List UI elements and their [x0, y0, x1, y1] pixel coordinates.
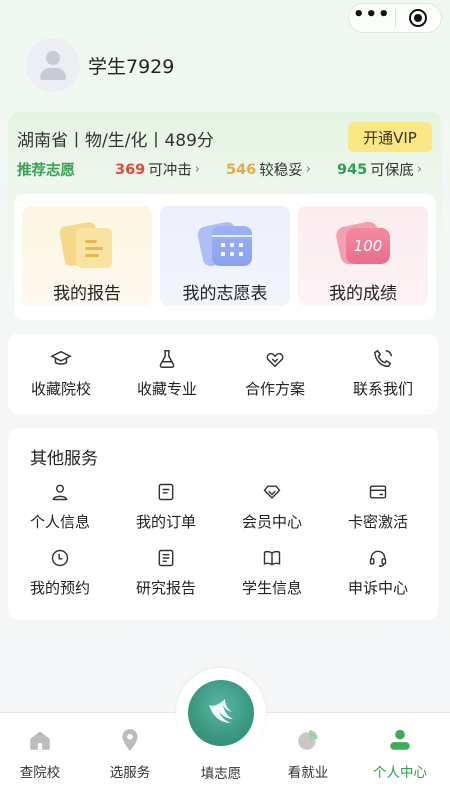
tile-label: 我的成绩: [329, 284, 397, 304]
tier-label: 可保底: [370, 163, 414, 179]
flask-icon: [159, 350, 175, 368]
score-card: 湖南省丨物/生/化丨489分 开通VIP 推荐志愿 369 可冲击 › 546 …: [8, 112, 442, 327]
book-icon: [263, 550, 281, 566]
avatar[interactable]: [26, 38, 80, 92]
service-label: 会员中心: [241, 513, 302, 531]
member-center-button[interactable]: 会员中心: [224, 482, 320, 532]
service-label: 申诉中心: [347, 579, 408, 597]
recommend-label: 推荐志愿: [17, 163, 75, 179]
tile-label: 我的志愿表: [182, 284, 268, 304]
pie-chart-icon: [298, 730, 318, 750]
target-icon: [409, 9, 428, 27]
more-dots-icon: •••: [352, 4, 391, 25]
service-label: 学生信息: [241, 579, 302, 597]
service-label: 研究报告: [135, 579, 196, 597]
tab-label: 个人中心: [373, 765, 427, 781]
open-vip-button[interactable]: 开通VIP: [348, 122, 432, 152]
graduation-cap-icon: [50, 350, 72, 365]
quick-label: 联系我们: [352, 380, 413, 398]
home-icon: [30, 731, 50, 750]
avatar-head: [46, 51, 60, 65]
cooperation-plan-button[interactable]: 合作方案: [230, 348, 320, 399]
tab-employment[interactable]: 看就业: [268, 727, 348, 781]
user-icon: [52, 484, 68, 501]
complaint-center-button[interactable]: 申诉中心: [330, 548, 426, 598]
contact-us-button[interactable]: 联系我们: [338, 348, 428, 399]
tab-label: 选服务: [109, 765, 151, 781]
other-services-panel: 其他服务 个人信息 我的订单 会员中心 卡密激活 我的预约 研究报告 学生信息 …: [8, 428, 438, 620]
calendar-icon: [196, 220, 252, 268]
card-activation-button[interactable]: 卡密激活: [330, 482, 426, 532]
service-label: 我的订单: [135, 513, 196, 531]
more-button[interactable]: •••: [349, 4, 395, 32]
clock-icon: [51, 549, 69, 567]
service-label: 个人信息: [29, 513, 90, 531]
close-button[interactable]: [396, 4, 442, 32]
tier-label: 可冲击: [148, 163, 192, 179]
research-reports-button[interactable]: 研究报告: [118, 548, 214, 598]
tab-label: 看就业: [287, 765, 329, 781]
quick-label: 收藏专业: [136, 380, 197, 398]
tile-my-report[interactable]: 我的报告: [22, 206, 152, 306]
tier-fallback[interactable]: 945 可保底 ›: [337, 159, 422, 180]
diamond-icon: [263, 485, 281, 499]
username: 学生7929: [88, 55, 175, 78]
document-icon: [158, 549, 174, 567]
quick-label: 合作方案: [244, 380, 305, 398]
service-label: 卡密激活: [347, 513, 408, 531]
tier-reach[interactable]: 369 可冲击 ›: [115, 159, 200, 180]
tile-my-application-form[interactable]: 我的志愿表: [160, 206, 290, 306]
recommend-row: 推荐志愿 369 可冲击 › 546 较稳妥 › 945 可保底 ›: [17, 159, 437, 180]
tab-personal-center[interactable]: 个人中心: [360, 727, 440, 781]
order-icon: [158, 483, 174, 501]
tab-schools[interactable]: 查院校: [0, 727, 80, 781]
card-icon: [369, 485, 387, 499]
feature-tiles: 我的报告 我的志愿表 100 我的成绩: [14, 194, 436, 320]
tile-label: 我的报告: [53, 284, 121, 304]
my-orders-button[interactable]: 我的订单: [118, 482, 214, 532]
tab-label: 查院校: [19, 765, 61, 781]
chevron-right-icon: ›: [305, 162, 311, 177]
tier-safe[interactable]: 546 较稳妥 ›: [226, 159, 311, 180]
service-label: 我的预约: [29, 579, 90, 597]
student-info-button[interactable]: 学生信息: [224, 548, 320, 598]
wing-icon: [209, 699, 233, 723]
favorite-schools-button[interactable]: 收藏院校: [16, 348, 106, 399]
tier-label: 较稳妥: [259, 163, 303, 179]
score-summary[interactable]: 湖南省丨物/生/化丨489分: [17, 126, 214, 151]
person-icon: [390, 729, 410, 750]
personal-info-button[interactable]: 个人信息: [12, 482, 108, 532]
fill-application-button[interactable]: [188, 680, 254, 746]
tier-count: 369: [115, 161, 146, 178]
chevron-right-icon: ›: [194, 162, 200, 177]
score-100-icon: 100: [334, 220, 392, 268]
report-doc-icon: [58, 221, 112, 268]
headset-icon: [369, 550, 387, 568]
profile-header[interactable]: 学生7929: [26, 38, 174, 92]
section-title: 其他服务: [30, 449, 98, 469]
tab-label: 填志愿: [200, 766, 242, 782]
chevron-right-icon: ›: [416, 162, 422, 177]
tier-count: 945: [337, 161, 368, 178]
location-pin-icon: [122, 729, 138, 751]
phone-icon: [373, 349, 392, 368]
tier-count: 546: [226, 161, 257, 178]
tile-my-scores[interactable]: 100 我的成绩: [298, 206, 428, 306]
my-appointments-button[interactable]: 我的预约: [12, 548, 108, 598]
favorite-majors-button[interactable]: 收藏专业: [122, 348, 212, 399]
mini-program-capsule: •••: [348, 3, 442, 33]
quick-label: 收藏院校: [30, 380, 91, 398]
quick-actions: 收藏院校 收藏专业 合作方案 联系我们: [8, 334, 438, 414]
avatar-body: [40, 68, 66, 80]
tab-services[interactable]: 选服务: [90, 727, 170, 781]
handshake-icon: [266, 352, 284, 368]
